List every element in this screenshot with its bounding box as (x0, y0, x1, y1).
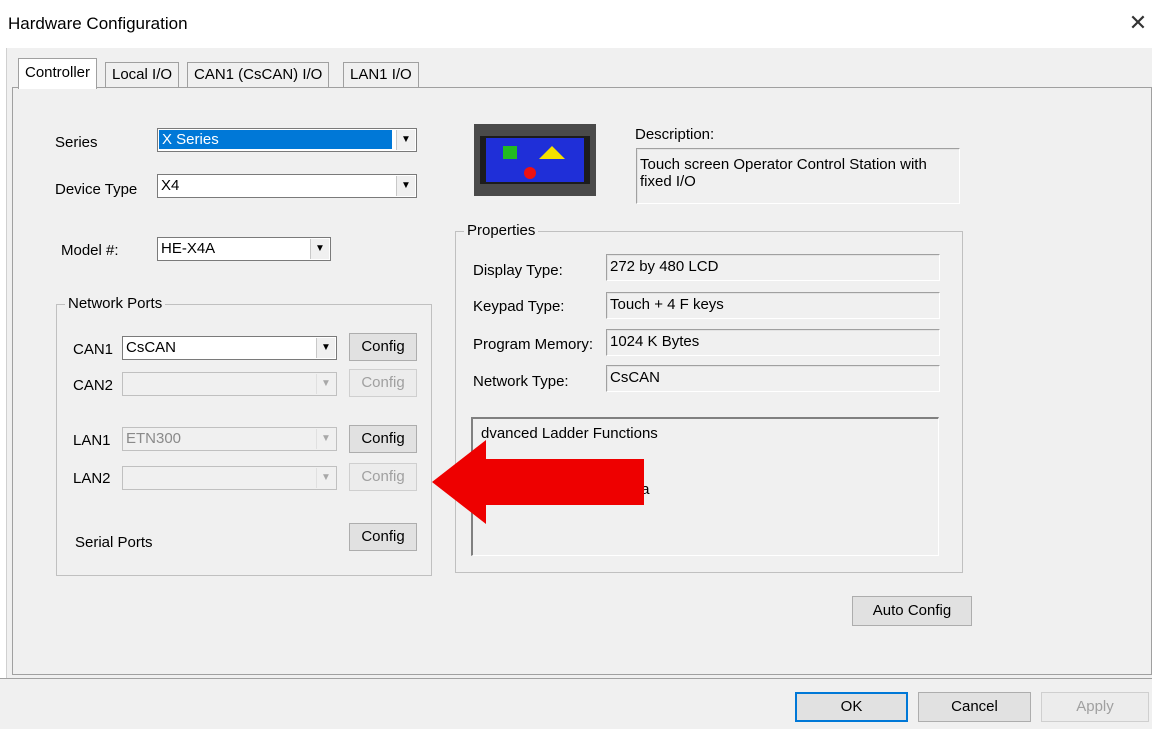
can1-value: CsCAN (126, 339, 177, 356)
series-select[interactable]: X Series ▼ (157, 128, 417, 152)
network-ports-title: Network Ports (65, 295, 166, 312)
program-memory-field: 1024 K Bytes (606, 329, 940, 356)
program-memory-value: 1024 K Bytes (610, 333, 700, 350)
can2-config-button[interactable]: Config (349, 369, 417, 397)
keypad-type-value: Touch + 4 F keys (610, 296, 724, 313)
model-select[interactable]: HE-X4A ▼ (157, 237, 331, 261)
description-line-1: Touch screen Operator Control Station wi… (640, 156, 927, 173)
chevron-down-icon[interactable]: ▼ (396, 176, 415, 196)
tab-local-io[interactable]: Local I/O (105, 62, 180, 87)
tab-lan1-io[interactable]: LAN1 I/O (343, 62, 419, 87)
tab-can1-io[interactable]: CAN1 (CsCAN) I/O (187, 62, 330, 87)
display-type-value: 272 by 480 LCD (610, 258, 719, 275)
lan1-label: LAN1 (73, 432, 111, 449)
network-type-label: Network Type: (473, 373, 569, 390)
network-type-value: CsCAN (610, 369, 661, 386)
device-image (474, 124, 596, 196)
description-line-2: fixed I/O (640, 173, 696, 190)
model-label: Model #: (61, 242, 119, 259)
description-label: Description: (635, 126, 715, 143)
keypad-type-field: Touch + 4 F keys (606, 292, 940, 319)
can2-select[interactable]: ▼ (122, 372, 337, 396)
model-value: HE-X4A (161, 240, 216, 257)
chevron-down-icon[interactable]: ▼ (310, 239, 329, 259)
lan1-config-button[interactable]: Config (349, 425, 417, 453)
properties-title: Properties (464, 222, 539, 239)
device-type-select[interactable]: X4 ▼ (157, 174, 417, 198)
cancel-button[interactable]: Cancel (918, 692, 1031, 722)
series-value: X Series (159, 130, 392, 149)
serial-config-button[interactable]: Config (349, 523, 417, 551)
program-memory-label: Program Memory: (473, 336, 594, 353)
device-type-label: Device Type (55, 181, 138, 198)
chevron-down-icon: ▼ (316, 374, 335, 394)
tab-controller[interactable]: Controller (18, 58, 98, 89)
auto-config-button[interactable]: Auto Config (852, 596, 972, 626)
display-type-field: 272 by 480 LCD (606, 254, 940, 281)
apply-button[interactable]: Apply (1041, 692, 1149, 722)
green-square-icon (503, 146, 517, 159)
description-box: Touch screen Operator Control Station wi… (636, 148, 960, 204)
lan1-value: ETN300 (126, 430, 182, 447)
lan2-label: LAN2 (73, 470, 111, 487)
close-icon[interactable]: ✕ (1127, 10, 1149, 36)
lan2-config-button[interactable]: Config (349, 463, 417, 491)
chevron-down-icon: ▼ (316, 468, 335, 488)
window-title: Hardware Configuration (8, 14, 188, 33)
lan2-select[interactable]: ▼ (122, 466, 337, 490)
chevron-down-icon: ▼ (316, 429, 335, 449)
red-arrow-shape (432, 440, 644, 524)
can2-label: CAN2 (73, 377, 114, 394)
can1-config-button[interactable]: Config (349, 333, 417, 361)
can1-label: CAN1 (73, 341, 114, 358)
serial-ports-label: Serial Ports (75, 534, 153, 551)
annotation-arrow-icon (432, 440, 644, 524)
lan1-select[interactable]: ETN300 ▼ (122, 427, 337, 451)
red-circle-icon (524, 167, 536, 179)
network-type-field: CsCAN (606, 365, 940, 392)
keypad-type-label: Keypad Type: (473, 298, 565, 315)
chevron-down-icon[interactable]: ▼ (396, 130, 415, 150)
can1-select[interactable]: CsCAN ▼ (122, 336, 337, 360)
chevron-down-icon[interactable]: ▼ (316, 338, 335, 358)
device-type-value: X4 (161, 177, 180, 194)
series-label: Series (55, 134, 98, 151)
ok-button[interactable]: OK (795, 692, 908, 722)
device-screen-icon (486, 138, 584, 182)
display-type-label: Display Type: (473, 262, 563, 279)
